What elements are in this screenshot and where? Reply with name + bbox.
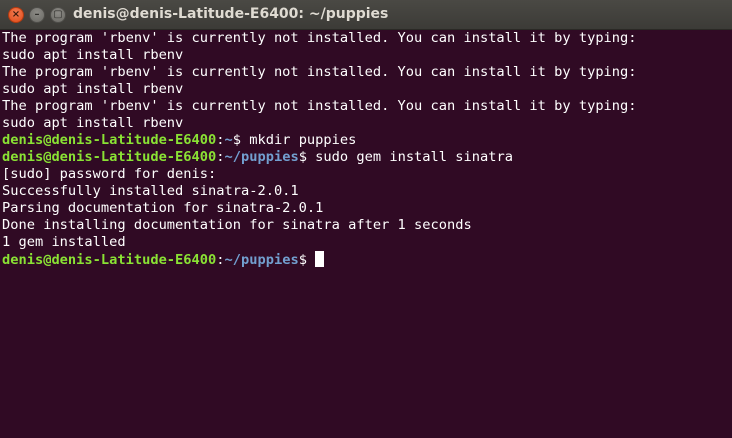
output-line: Done installing documentation for sinatr… [2,217,472,233]
prompt-separator: : [216,132,225,148]
prompt-line: denis@denis-Latitude-E6400:~/puppies$ [2,251,732,268]
command-text: sudo gem install sinatra [315,149,513,165]
prompt-separator: : [216,149,225,165]
output-line: sudo apt install rbenv [2,47,184,63]
maximize-button[interactable]: ▢ [50,7,66,23]
terminal-output[interactable]: The program 'rbenv' is currently not ins… [2,30,732,268]
prompt-user: denis@denis-Latitude-E6400 [2,132,217,148]
output-line: Parsing documentation for sinatra-2.0.1 [2,200,324,216]
prompt-user: denis@denis-Latitude-E6400 [2,149,217,165]
prompt-user: denis@denis-Latitude-E6400 [2,252,217,268]
prompt-symbol: $ [232,132,250,148]
prompt-separator: : [216,252,225,268]
output-line: sudo apt install rbenv [2,81,184,97]
prompt-path: ~/puppies [224,252,299,268]
title-bar[interactable]: × – ▢ denis@denis-Latitude-E6400: ~/pupp… [0,0,732,30]
output-line: [sudo] password for denis: [2,166,217,182]
prompt-line: denis@denis-Latitude-E6400:~$ mkdir pupp… [2,132,732,149]
prompt-path: ~/puppies [224,149,299,165]
output-line: The program 'rbenv' is currently not ins… [2,98,637,114]
output-line: The program 'rbenv' is currently not ins… [2,64,637,80]
prompt-line: denis@denis-Latitude-E6400:~/puppies$ su… [2,149,732,166]
close-button[interactable]: × [8,7,24,23]
output-line: Successfully installed sinatra-2.0.1 [2,183,299,199]
output-line: The program 'rbenv' is currently not ins… [2,30,637,46]
window-controls: × – ▢ [8,7,66,23]
prompt-symbol: $ [298,252,316,268]
output-line: 1 gem installed [2,234,126,250]
output-line: sudo apt install rbenv [2,115,184,131]
minimize-button[interactable]: – [29,7,45,23]
prompt-symbol: $ [298,149,316,165]
prompt-path: ~ [224,132,233,148]
window-title: denis@denis-Latitude-E6400: ~/puppies [73,6,389,22]
terminal-window: × – ▢ denis@denis-Latitude-E6400: ~/pupp… [0,0,732,438]
text-cursor[interactable] [315,251,325,267]
command-text: mkdir puppies [249,132,357,148]
